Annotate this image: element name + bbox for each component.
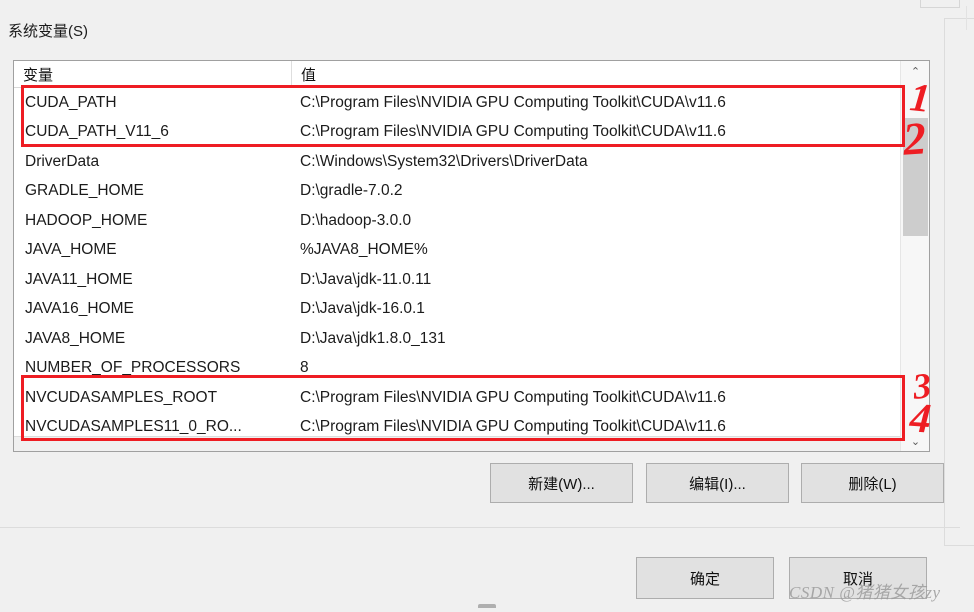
cell-variable-value: D:\Java\jdk1.8.0_131 bbox=[300, 329, 446, 347]
cancel-button[interactable]: 取消 bbox=[789, 557, 927, 599]
scrollbar-thumb[interactable] bbox=[903, 118, 928, 236]
background-window-edge-far-right bbox=[966, 6, 974, 30]
cell-variable-name: JAVA16_HOME bbox=[25, 300, 134, 318]
new-variable-button[interactable]: 新建(W)... bbox=[490, 463, 633, 503]
table-row[interactable]: DriverData C:\Windows\System32\Drivers\Dr… bbox=[14, 147, 929, 177]
list-header: 变量 值 bbox=[14, 61, 929, 88]
cell-variable-value: C:\Windows\System32\Drivers\DriverData bbox=[300, 152, 588, 170]
background-window-edge-bottom bbox=[478, 604, 496, 608]
cell-variable-value: %JAVA8_HOME% bbox=[300, 241, 428, 259]
table-row[interactable]: NUMBER_OF_PROCESSORS 8 bbox=[14, 354, 929, 384]
ok-button[interactable]: 确定 bbox=[636, 557, 774, 599]
table-row[interactable]: NVCUDASAMPLES_ROOT C:\Program Files\NVIDI… bbox=[14, 383, 929, 413]
cell-variable-name: CUDA_PATH_V11_6 bbox=[25, 123, 169, 141]
system-variables-label: 系统变量(S) bbox=[8, 23, 88, 40]
cell-variable-name: NVCUDASAMPLES_ROOT bbox=[25, 388, 218, 406]
cell-variable-value: C:\Program Files\NVIDIA GPU Computing To… bbox=[300, 388, 726, 406]
delete-variable-button[interactable]: 删除(L) bbox=[801, 463, 944, 503]
table-row[interactable]: HADOOP_HOME D:\hadoop-3.0.0 bbox=[14, 206, 929, 236]
cell-variable-name: JAVA8_HOME bbox=[25, 329, 126, 347]
cell-variable-value: C:\Program Files\NVIDIA GPU Computing To… bbox=[300, 93, 726, 111]
table-row[interactable]: CUDA_PATH C:\Program Files\NVIDIA GPU Com… bbox=[14, 88, 929, 118]
cell-variable-value: D:\Java\jdk-11.0.11 bbox=[300, 270, 432, 288]
system-variables-list[interactable]: 变量 值 CUDA_PATH C:\Program Files\NVIDIA GP… bbox=[13, 60, 930, 452]
cell-variable-name: HADOOP_HOME bbox=[25, 211, 148, 229]
cell-variable-value: D:\gradle-7.0.2 bbox=[300, 182, 403, 200]
cell-variable-name: DriverData bbox=[25, 152, 100, 170]
table-row[interactable]: GRADLE_HOME D:\gradle-7.0.2 bbox=[14, 177, 929, 207]
cell-variable-value: C:\Program Files\NVIDIA GPU Computing To… bbox=[300, 418, 726, 435]
cell-variable-name: JAVA_HOME bbox=[25, 241, 117, 259]
cell-variable-value: 8 bbox=[300, 359, 309, 377]
table-row[interactable]: CUDA_PATH_V11_6 C:\Program Files\NVIDIA G… bbox=[14, 118, 929, 148]
background-window-edge-right bbox=[944, 18, 974, 546]
environment-variables-dialog: 系统变量(S) 变量 值 CUDA_PATH C:\Program Files\N… bbox=[0, 0, 974, 612]
scroll-up-arrow-icon[interactable]: ⌃ bbox=[901, 61, 930, 81]
table-row[interactable]: JAVA_HOME %JAVA8_HOME% bbox=[14, 236, 929, 266]
footer-divider bbox=[0, 527, 960, 528]
background-window-edge-top-right bbox=[920, 0, 960, 8]
cell-variable-name: CUDA_PATH bbox=[25, 93, 117, 111]
cell-variable-value: C:\Program Files\NVIDIA GPU Computing To… bbox=[300, 123, 726, 141]
cell-variable-name: NUMBER_OF_PROCESSORS bbox=[25, 359, 241, 377]
cell-variable-name: GRADLE_HOME bbox=[25, 182, 144, 200]
list-body[interactable]: CUDA_PATH C:\Program Files\NVIDIA GPU Com… bbox=[14, 88, 929, 435]
table-row[interactable]: JAVA16_HOME D:\Java\jdk-16.0.1 bbox=[14, 295, 929, 325]
cell-variable-value: D:\hadoop-3.0.0 bbox=[300, 211, 412, 229]
vertical-scrollbar[interactable]: ⌃ ⌄ bbox=[900, 61, 929, 451]
table-row[interactable]: NVCUDASAMPLES11_0_RO... C:\Program Files\… bbox=[14, 413, 929, 435]
table-row[interactable]: JAVA11_HOME D:\Java\jdk-11.0.11 bbox=[14, 265, 929, 295]
edit-variable-button[interactable]: 编辑(I)... bbox=[646, 463, 789, 503]
cell-variable-value: D:\Java\jdk-16.0.1 bbox=[300, 300, 425, 318]
column-header-value[interactable]: 值 bbox=[291, 61, 911, 87]
table-row[interactable]: JAVA8_HOME D:\Java\jdk1.8.0_131 bbox=[14, 324, 929, 354]
cell-variable-name: JAVA11_HOME bbox=[25, 270, 133, 288]
scroll-down-arrow-icon[interactable]: ⌄ bbox=[901, 431, 930, 451]
column-header-variable[interactable]: 变量 bbox=[14, 61, 291, 87]
horizontal-scrollbar[interactable] bbox=[14, 436, 929, 451]
cell-variable-name: NVCUDASAMPLES11_0_RO... bbox=[25, 418, 242, 435]
